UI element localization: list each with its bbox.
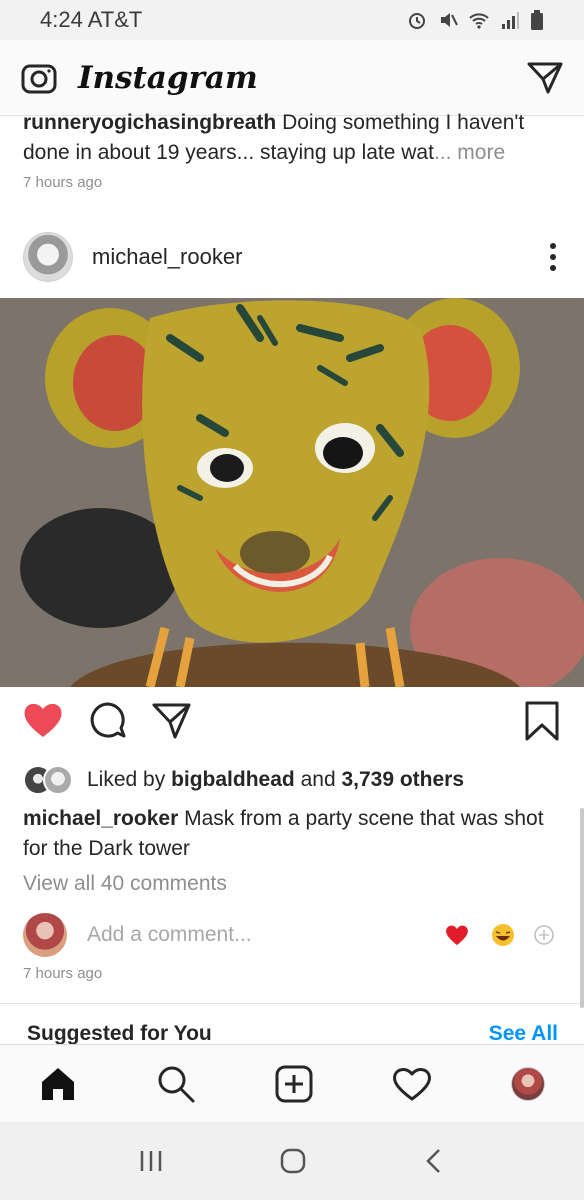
scrollbar-thumb[interactable]: [580, 808, 584, 1008]
liker-avatars: [23, 765, 73, 795]
activity-heart-icon[interactable]: [392, 1066, 432, 1102]
plus-circle-icon: [534, 925, 554, 945]
laugh-reaction-button[interactable]: [491, 923, 515, 947]
liked-by-user[interactable]: bigbaldhead: [171, 768, 295, 791]
home-icon[interactable]: [39, 1065, 77, 1103]
divider: [0, 1003, 584, 1004]
comment-icon[interactable]: [87, 700, 129, 742]
status-icons: [406, 9, 544, 31]
mask-photo: [0, 298, 584, 687]
add-post-icon[interactable]: [275, 1065, 313, 1103]
add-comment-input[interactable]: [85, 922, 419, 948]
post-username[interactable]: michael_rooker: [92, 244, 242, 270]
system-nav-bar: [0, 1122, 584, 1200]
recent-apps-icon[interactable]: [138, 1148, 164, 1174]
previous-post-timestamp: 7 hours ago: [23, 174, 103, 191]
alarm-icon: [409, 13, 425, 29]
post-timestamp: 7 hours ago: [23, 965, 103, 982]
liked-by-others[interactable]: 3,739 others: [341, 768, 464, 791]
home-button-icon[interactable]: [279, 1147, 307, 1175]
add-reaction-button[interactable]: [533, 924, 555, 946]
post-header: michael_rooker: [0, 225, 584, 289]
status-bar: 4:24 AT&T: [0, 0, 584, 40]
heart-reaction-button[interactable]: [445, 924, 469, 946]
profile-avatar[interactable]: [510, 1066, 545, 1101]
liked-by-mid: and: [294, 768, 342, 791]
tab-bar: [0, 1044, 584, 1122]
see-all-link[interactable]: See All: [489, 1022, 558, 1046]
caption-username[interactable]: michael_rooker: [23, 807, 178, 830]
top-bar: Instagram: [0, 40, 584, 116]
view-all-comments-link[interactable]: View all 40 comments: [23, 872, 227, 896]
instagram-logo: Instagram: [78, 59, 258, 96]
suggested-title: Suggested for You: [27, 1022, 212, 1045]
back-icon[interactable]: [422, 1147, 446, 1175]
avatar: [23, 913, 67, 957]
suggested-for-you: Suggested for You See All: [0, 1020, 584, 1046]
post-caption: michael_rooker Mask from a party scene t…: [23, 804, 563, 864]
add-comment-row: [23, 912, 563, 958]
likes-row[interactable]: Liked by bigbaldhead and 3,739 others: [23, 765, 464, 795]
more-link[interactable]: ... more: [434, 141, 505, 164]
previous-post-caption: runneryogichasingbreath Doing something …: [23, 108, 563, 168]
wifi-icon: [469, 13, 489, 29]
post-image[interactable]: [0, 298, 584, 687]
camera-icon[interactable]: [20, 59, 58, 97]
avatar[interactable]: [23, 232, 73, 282]
laughing-emoji-icon: [492, 924, 514, 946]
battery-icon: [531, 10, 543, 30]
search-icon[interactable]: [156, 1064, 196, 1104]
time-carrier: 4:24 AT&T: [40, 7, 143, 32]
mute-icon: [441, 13, 458, 27]
avatar: [43, 765, 73, 795]
heart-filled-icon[interactable]: [22, 700, 64, 740]
share-icon[interactable]: [151, 700, 193, 742]
signal-icon: [502, 12, 519, 29]
bookmark-icon[interactable]: [523, 700, 561, 742]
liked-by-prefix: Liked by: [87, 768, 172, 791]
direct-message-icon[interactable]: [526, 59, 564, 97]
action-bar: [0, 700, 584, 750]
previous-post-username[interactable]: runneryogichasingbreath: [23, 111, 276, 134]
liked-by-text: Liked by bigbaldhead and 3,739 others: [87, 768, 464, 792]
heart-emoji-icon: [446, 925, 468, 945]
more-options-icon[interactable]: [550, 243, 556, 271]
